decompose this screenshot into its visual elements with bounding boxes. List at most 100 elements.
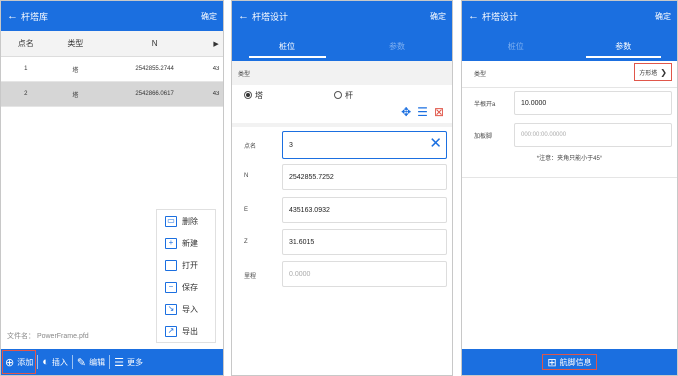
angle-input[interactable]: 000:00:00.00000 bbox=[514, 123, 672, 147]
column-header-name[interactable]: 点名 bbox=[1, 38, 51, 49]
tower-library-screen: ← 杆塔库 确定 点名 类型 N ▶ 1 塔 2542855.2744 43 2… bbox=[0, 0, 224, 376]
radio-pole[interactable]: 杆 bbox=[334, 90, 353, 101]
back-arrow-icon[interactable]: ← bbox=[7, 10, 18, 22]
edit-button[interactable]: ✎ 编辑 bbox=[73, 349, 109, 375]
import-icon: ↘ bbox=[165, 303, 177, 315]
insert-button[interactable]: ◐ 插入 bbox=[38, 349, 72, 375]
tab-parameters[interactable]: 参数 bbox=[570, 31, 678, 61]
menu-new[interactable]: + 新建 bbox=[157, 232, 215, 254]
menu-save-label: 保存 bbox=[182, 282, 198, 292]
divider bbox=[462, 177, 677, 178]
radio-pole-label: 杆 bbox=[345, 90, 353, 100]
grid-icon: ⊞ bbox=[547, 356, 557, 369]
insert-icon: ◐ bbox=[42, 356, 49, 368]
export-icon: ↗ bbox=[165, 325, 177, 337]
menu-delete[interactable]: ▭ 删除 bbox=[157, 210, 215, 232]
page-title: 杆塔设计 bbox=[252, 11, 289, 22]
column-header-n[interactable]: N bbox=[100, 39, 209, 48]
cell-type: 塔 bbox=[72, 92, 79, 99]
tab-position[interactable]: 桩位 bbox=[232, 31, 342, 61]
radio-tower[interactable]: 塔 bbox=[244, 90, 334, 101]
add-button[interactable]: ⊕ 添加 bbox=[1, 349, 37, 375]
tower-type-selector[interactable]: 方形塔 ❯ bbox=[634, 63, 672, 81]
angle-note: *注意：夹角只能小于45° bbox=[536, 156, 603, 162]
tower-type-value: 方形塔 bbox=[639, 70, 658, 77]
footing-info-button[interactable]: ⊞ 航脚信息 bbox=[541, 353, 597, 371]
tab-bar: 桩位 参数 bbox=[232, 31, 452, 61]
insert-label: 插入 bbox=[51, 357, 68, 367]
page-title: 杆塔设计 bbox=[482, 11, 519, 22]
cell-n: 2542866.0617 bbox=[135, 91, 174, 97]
confirm-button[interactable]: 确定 bbox=[655, 11, 671, 22]
trash-icon: ▭ bbox=[165, 215, 177, 227]
more-menu: ▭ 删除 + 新建 打开 − 保存 ↘ 导入 ↗ 导出 bbox=[156, 209, 216, 343]
top-bar: ← 杆塔库 确定 bbox=[1, 1, 223, 31]
menu-import[interactable]: ↘ 导入 bbox=[157, 298, 215, 320]
radio-checked-icon bbox=[244, 91, 252, 99]
top-bar: ← 杆塔设计 确定 bbox=[232, 1, 452, 31]
plus-icon: + bbox=[165, 237, 177, 249]
cell-e: 43 bbox=[212, 91, 220, 97]
mileage-label: 里程 bbox=[244, 274, 257, 280]
clear-icon[interactable]: ✕ bbox=[429, 136, 442, 151]
file-name-label: 文件名： PowerFrame.pfd bbox=[7, 333, 89, 340]
point-name-input[interactable]: 3 ✕ bbox=[282, 131, 447, 159]
table-row-selected[interactable]: 2 塔 2542866.0617 43 bbox=[1, 82, 223, 107]
confirm-button[interactable]: 确定 bbox=[430, 11, 446, 22]
e-label: E bbox=[244, 207, 249, 213]
tower-design-position-screen: ← 杆塔设计 确定 桩位 参数 类型 塔 杆 ✥ ☰ ⊠ 点名 3 ✕ N 25… bbox=[231, 0, 453, 376]
table-row[interactable]: 1 塔 2542855.2744 43 bbox=[1, 57, 223, 82]
map-select-icon[interactable]: ⊠ bbox=[434, 105, 444, 119]
n-input[interactable]: 2542855.7252 bbox=[282, 164, 447, 190]
radio-unchecked-icon bbox=[334, 91, 342, 99]
n-label: N bbox=[244, 173, 249, 179]
menu-save[interactable]: − 保存 bbox=[157, 276, 215, 298]
tab-position[interactable]: 桩位 bbox=[462, 31, 570, 61]
root-open-input[interactable]: 10.0000 bbox=[514, 91, 672, 115]
divider bbox=[462, 87, 677, 88]
add-circle-icon: ⊕ bbox=[5, 356, 15, 369]
cell-name: 1 bbox=[24, 66, 28, 72]
angle-label: 加板脚 bbox=[474, 134, 493, 140]
type-label: 类型 bbox=[238, 71, 251, 78]
more-label: 更多 bbox=[126, 357, 143, 367]
menu-export[interactable]: ↗ 导出 bbox=[157, 320, 215, 342]
bottom-bar: ⊞ 航脚信息 bbox=[462, 349, 677, 375]
type-label: 类型 bbox=[474, 72, 487, 78]
tab-parameters[interactable]: 参数 bbox=[342, 31, 452, 61]
z-label: Z bbox=[244, 239, 248, 245]
more-button[interactable]: ☰ 更多 bbox=[110, 349, 147, 375]
mileage-input[interactable]: 0.0000 bbox=[282, 261, 447, 287]
type-section-header: 类型 bbox=[232, 61, 452, 85]
menu-new-label: 新建 bbox=[182, 238, 198, 248]
scroll-right-icon[interactable]: ▶ bbox=[209, 40, 223, 48]
bottom-toolbar: ⊕ 添加 ◐ 插入 ✎ 编辑 ☰ 更多 bbox=[1, 349, 223, 375]
tab-bar: 桩位 参数 bbox=[462, 31, 677, 61]
cell-name: 2 bbox=[24, 91, 28, 97]
z-input[interactable]: 31.6015 bbox=[282, 229, 447, 255]
more-list-icon: ☰ bbox=[114, 356, 124, 369]
back-arrow-icon[interactable]: ← bbox=[238, 10, 249, 22]
cell-n: 2542855.2744 bbox=[135, 66, 174, 72]
cell-e: 43 bbox=[212, 66, 220, 72]
root-open-label: 半根开a bbox=[474, 102, 496, 108]
e-input[interactable]: 435163.0932 bbox=[282, 197, 447, 223]
menu-open-label: 打开 bbox=[182, 260, 198, 270]
top-bar: ← 杆塔设计 确定 bbox=[462, 1, 677, 31]
folder-icon bbox=[165, 259, 177, 271]
list-icon[interactable]: ☰ bbox=[417, 105, 428, 119]
menu-delete-label: 删除 bbox=[182, 216, 198, 226]
menu-export-label: 导出 bbox=[182, 326, 198, 336]
edit-label: 编辑 bbox=[89, 357, 106, 367]
point-label: 点名 bbox=[244, 144, 257, 150]
back-arrow-icon[interactable]: ← bbox=[468, 10, 479, 22]
point-name-value: 3 bbox=[289, 141, 293, 149]
locate-icon[interactable]: ✥ bbox=[401, 105, 411, 119]
confirm-button[interactable]: 确定 bbox=[201, 11, 217, 22]
page-title: 杆塔库 bbox=[21, 11, 49, 22]
divider bbox=[232, 123, 452, 127]
radio-tower-label: 塔 bbox=[255, 90, 263, 100]
menu-open[interactable]: 打开 bbox=[157, 254, 215, 276]
table-header: 点名 类型 N ▶ bbox=[1, 31, 223, 57]
column-header-type[interactable]: 类型 bbox=[51, 38, 101, 49]
